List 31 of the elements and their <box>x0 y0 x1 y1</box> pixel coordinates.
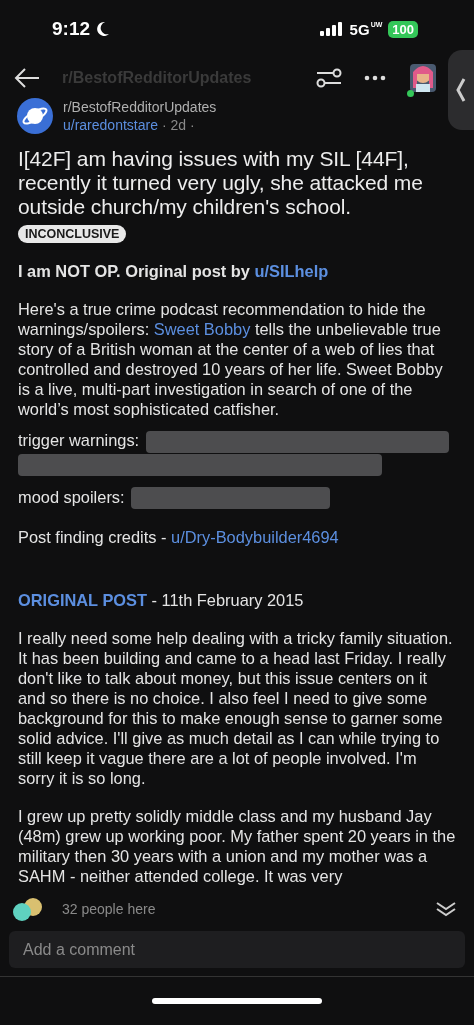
side-panel-tab[interactable] <box>448 50 474 130</box>
byline-text: I am NOT OP. Original post by u/SILhelp <box>18 261 330 281</box>
presence-count: 32 people here <box>62 901 156 917</box>
podcast-link[interactable]: Sweet Bobby <box>153 320 251 338</box>
filter-icon[interactable] <box>316 68 342 88</box>
avatar-icon[interactable] <box>408 62 438 94</box>
author-link[interactable]: u/raredontstare <box>63 116 158 134</box>
spoiler-label: mood spoilers: <box>18 487 125 506</box>
comment-field[interactable]: Add a comment <box>9 931 465 968</box>
signal-icon <box>319 22 344 36</box>
post-title: I[42F] am having issues with my SIL [44F], recently it turned very ugly, she attacked me outside church/my children's school. <box>18 147 424 219</box>
user-link[interactable]: u/SILhelp <box>254 262 329 280</box>
body-paragraph: I grew up pretty solidly middle class and my husband Jay (48m) grew up working poor. My father spent 20 years in the military then 30 years with a union and my mother was a SAHM - neither attended college. It was very <box>18 806 456 887</box>
credit-text: Post finding credits - u/Dry-Bodybuilder4694 <box>18 527 340 548</box>
body-paragraph: Here's a true crime podcast recommendation to hide the warnings/spoilers: Sweet Bobby tells the unbelievable true story of a British woman at the center of a web of lies that controlled and destroyed 10 years of her life. Sweet Bobby is a live, multi-part investigation in search of one of the world’s most sophisticated catfisher. <box>18 299 444 419</box>
subreddit-name[interactable]: r/BestofRedditorUpdates <box>63 98 217 116</box>
battery-indicator: 100 <box>388 20 418 38</box>
section-heading: ORIGINAL POST - 11th February 2015 <box>18 590 305 611</box>
spoiler-label: trigger warnings: <box>18 431 140 449</box>
flair-tag: INCONCLUSIVE <box>18 225 127 243</box>
body-paragraph: I really need some help dealing with a tricky family situation. It has been building and came to a head last Friday. I really don't like to talk about money, but this issue centers on it and so there is no choice. I also feel I need to give some background for this to make enough sense to garner some solid advice. I'll give as much detail as I can while trying to still keep it vague there are a lot of people involved. I'm sorry it is so long. <box>18 628 454 789</box>
chevron-left-icon <box>456 77 466 103</box>
post-age: · 2d · <box>161 116 195 134</box>
status-time: 9:12 <box>52 18 91 40</box>
more-icon[interactable] <box>364 75 386 81</box>
user-link[interactable]: u/Dry-Bodybuilder4694 <box>171 528 339 547</box>
avatars-icon <box>10 897 44 921</box>
moon-icon <box>96 21 111 37</box>
planet-icon <box>17 98 53 134</box>
back-icon[interactable] <box>14 67 40 89</box>
chevron-down-icon[interactable] <box>435 901 457 917</box>
